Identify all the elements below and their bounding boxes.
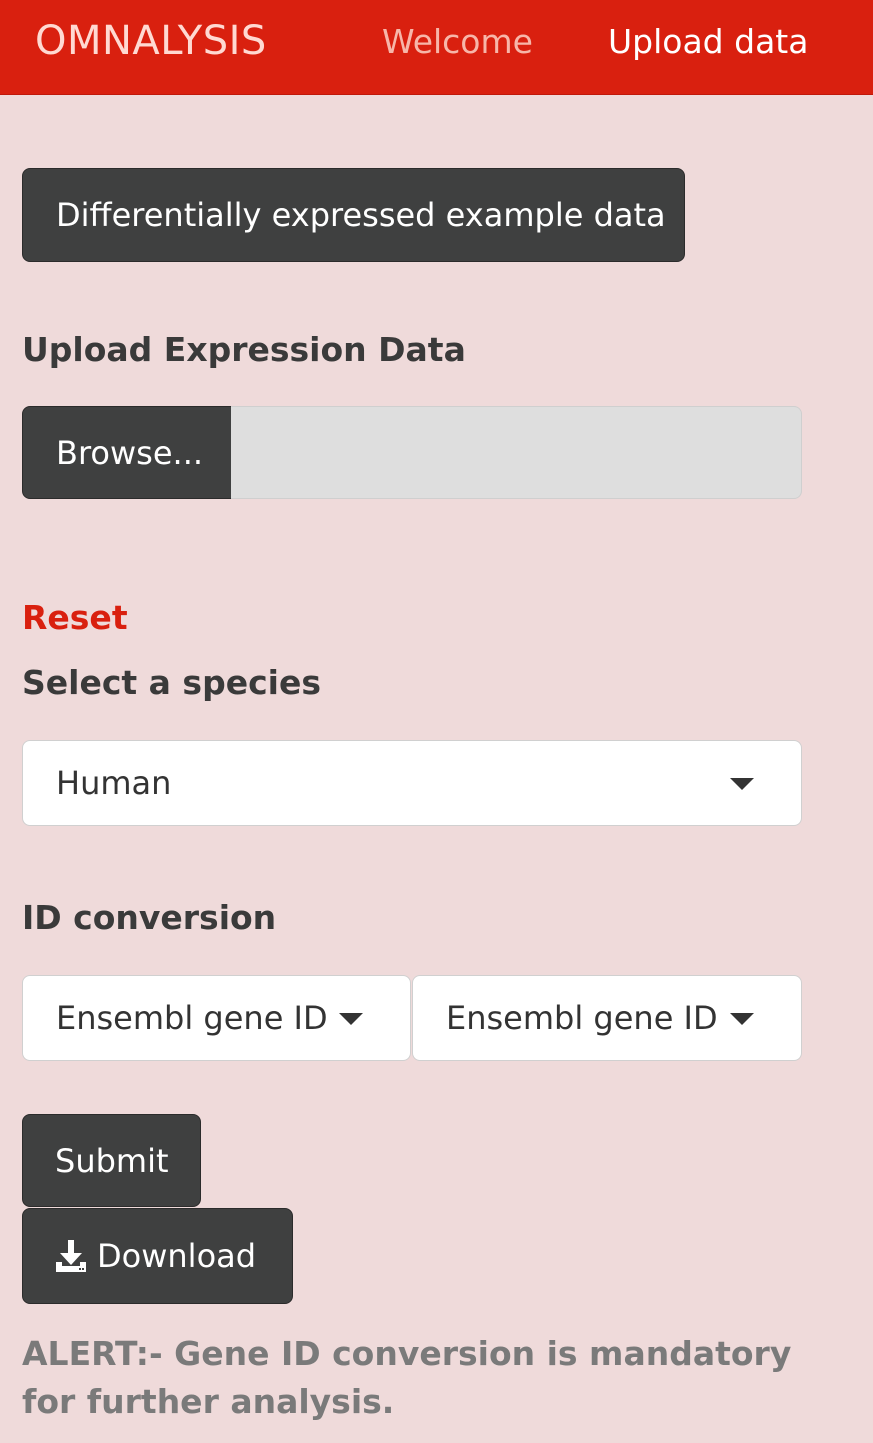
file-upload-group: Browse...	[22, 406, 802, 499]
species-label: Select a species	[22, 663, 321, 702]
app-brand[interactable]: OMNALYSIS	[35, 18, 267, 64]
alert-message: ALERT:- Gene ID conversion is mandatory …	[22, 1334, 792, 1421]
id-conversion-label: ID conversion	[22, 898, 277, 937]
nav-tab-welcome[interactable]: Welcome	[382, 22, 533, 61]
id-to-select[interactable]: Ensembl gene ID	[412, 975, 802, 1061]
species-select[interactable]: Human	[22, 740, 802, 826]
navbar: OMNALYSIS Welcome Upload data	[0, 0, 873, 95]
caret-down-icon	[730, 1013, 754, 1025]
download-icon	[56, 1240, 86, 1272]
species-selected-value: Human	[56, 764, 172, 802]
download-button[interactable]: Download	[22, 1208, 293, 1304]
caret-down-icon	[730, 778, 754, 790]
caret-down-icon	[339, 1013, 363, 1025]
browse-button[interactable]: Browse...	[22, 406, 233, 499]
upload-expression-label: Upload Expression Data	[22, 330, 466, 369]
reset-link[interactable]: Reset	[22, 598, 128, 637]
id-to-selected-value: Ensembl gene ID	[446, 999, 718, 1037]
download-label: Download	[97, 1237, 257, 1275]
example-data-button[interactable]: Differentially expressed example data	[22, 168, 685, 262]
id-from-selected-value: Ensembl gene ID	[56, 999, 328, 1037]
nav-tab-upload-data[interactable]: Upload data	[608, 22, 808, 61]
id-from-select[interactable]: Ensembl gene ID	[22, 975, 411, 1061]
submit-button[interactable]: Submit	[22, 1114, 201, 1207]
file-name-field[interactable]	[231, 406, 802, 499]
